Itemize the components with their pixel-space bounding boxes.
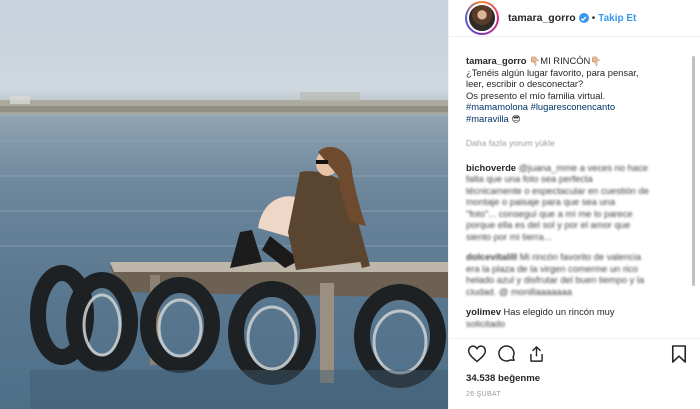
heart-icon[interactable] xyxy=(467,344,487,368)
comment-text: porque ella es del sol y por el amor que xyxy=(466,219,631,230)
comment-item: yolimev Has elegido un rincón muy solici… xyxy=(466,306,677,329)
comment-text: solicitado xyxy=(466,317,506,329)
comment-text: ciudad. @ monillaaaaaaa xyxy=(466,285,572,297)
comment-text: siento por mi tierra... xyxy=(466,230,552,242)
post-actions xyxy=(465,344,687,368)
post-date: 26 ŞUBAT xyxy=(466,391,501,398)
follow-button[interactable]: Takip Et xyxy=(598,13,636,24)
comments-scrollbar[interactable] xyxy=(692,56,695,286)
caption-line: leer, escribir o desconectar? xyxy=(466,78,584,89)
verified-badge-icon xyxy=(578,13,589,23)
actions-divider xyxy=(449,338,700,339)
pointing-hand-icon: 👇🏼 xyxy=(590,56,602,66)
caption-line: ¿Tenéis algún lugar favorito, para pensa… xyxy=(466,66,639,78)
post-photo[interactable] xyxy=(0,0,448,409)
caption-hashtag-maravilla[interactable]: #maravilla xyxy=(466,113,509,124)
caption-line: Os presento el mío familia virtual. xyxy=(466,89,606,101)
comment-item: dolcevitalill Mi rincón favorito de vale… xyxy=(466,251,677,297)
comment-username[interactable]: dolcevitalill xyxy=(466,251,517,262)
comment-text: falta que una foto sea perfecta xyxy=(466,173,593,184)
post-caption: tamara_gorro 👇🏼MI RINCÓN👇🏼 ¿Tenéis algún… xyxy=(466,55,677,124)
comment-text: Has elegido un rincón muy xyxy=(503,306,615,317)
post-side-panel: tamara_gorro • Takip Et tamara_gorro 👇🏼M… xyxy=(448,0,700,409)
comment-item: bichoverde @juana_mme a veces no hace fa… xyxy=(466,162,677,243)
comments-list[interactable]: tamara_gorro 👇🏼MI RINCÓN👇🏼 ¿Tenéis algún… xyxy=(449,55,700,337)
sun-emoji-icon: 😎 xyxy=(511,113,521,124)
post-photo-scene xyxy=(0,92,448,409)
share-icon[interactable] xyxy=(527,344,546,369)
comment-text: montaje o paisaje para que sea una xyxy=(466,196,616,207)
person-figure xyxy=(230,146,370,270)
caption-title: MI RINCÓN xyxy=(540,55,591,66)
avatar[interactable] xyxy=(465,1,499,35)
header-username[interactable]: tamara_gorro xyxy=(508,12,576,24)
comment-text: era la plaza de la virgen comerme un ric… xyxy=(466,262,638,274)
bookmark-icon[interactable] xyxy=(671,344,687,369)
comment-text: técnicamente o espectacular en cuestión … xyxy=(466,184,649,196)
comment-icon[interactable] xyxy=(497,344,517,369)
load-more-comments-button[interactable]: Daha fazla yorum yükle xyxy=(466,138,677,150)
likes-count[interactable]: 34.538 beğenme xyxy=(466,373,540,384)
caption-username[interactable]: tamara_gorro xyxy=(466,55,526,66)
pointing-hand-icon: 👇🏼 xyxy=(529,56,541,66)
header-separator: • xyxy=(591,12,596,24)
post-header: tamara_gorro • Takip Et xyxy=(449,0,700,37)
caption-hashtags[interactable]: #mamamolona #lugaresconencanto xyxy=(466,101,677,113)
comment-text: "foto"... conseguí que a mí me lo parece xyxy=(466,207,633,219)
comment-username[interactable]: yolimev xyxy=(466,306,501,317)
comment-username[interactable]: bichoverde xyxy=(466,162,516,173)
comment-text: helado azul y disfrutar del buen tiempo … xyxy=(466,274,645,285)
comment-text: @juana_mme a veces no hace xyxy=(518,161,649,173)
comment-text: Mi rincón favorito de valencia xyxy=(519,251,642,262)
